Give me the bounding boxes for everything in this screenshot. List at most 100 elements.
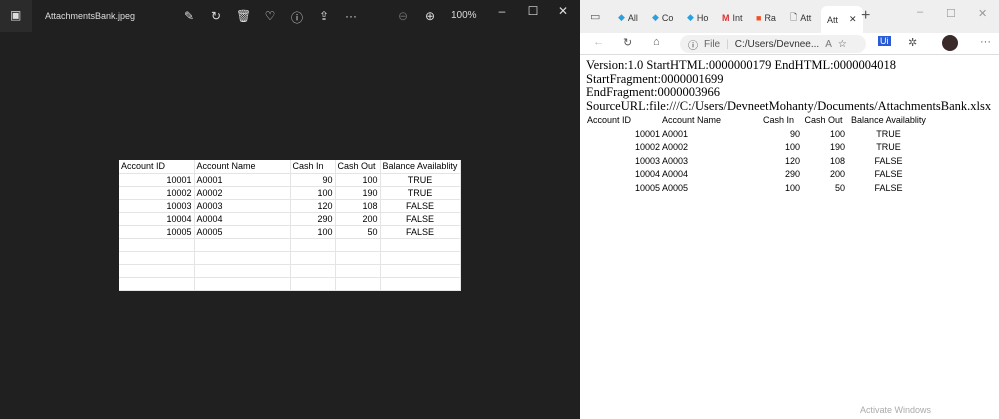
close-tab-icon[interactable]: ✕ bbox=[849, 14, 857, 25]
column-header: Cash In bbox=[762, 115, 795, 125]
photos-title-bar: ▣ AttachmentsBank.jpeg ✎ ↻ 🗑 ♡ ⓘ ⇪ ··· ⊖… bbox=[0, 0, 580, 34]
table-cell: 190 bbox=[335, 186, 381, 200]
more-options-icon[interactable]: ··· bbox=[344, 9, 358, 23]
info-icon: ⓘ bbox=[688, 40, 698, 52]
table-cell: 100 bbox=[335, 173, 381, 187]
empty-row bbox=[119, 264, 461, 278]
table-cell: TRUE bbox=[876, 142, 901, 152]
close-button[interactable]: ✕ bbox=[978, 7, 987, 20]
empty-cell bbox=[194, 277, 291, 291]
tab-co[interactable]: ◆ Co bbox=[652, 8, 673, 27]
maximize-button[interactable]: ☐ bbox=[526, 4, 540, 18]
favorite-heart-icon[interactable]: ♡ bbox=[263, 9, 277, 23]
table-row: 10003 A0003 120 108 FALSE bbox=[119, 199, 461, 213]
tab-ra[interactable]: ■ Ra bbox=[756, 8, 776, 27]
page-content: Version:1.0 StartHTML:0000000179 EndHTML… bbox=[586, 58, 999, 195]
table-cell: A0003 bbox=[662, 155, 689, 166]
photos-app-icon: ▣ bbox=[0, 0, 32, 32]
table-row: 10005 A0005 100 50 FALSE bbox=[586, 182, 931, 196]
delete-icon[interactable]: 🗑 bbox=[236, 9, 251, 23]
uipath-extension-icon[interactable]: Ui bbox=[878, 36, 891, 46]
table-row: 10002 A0002 100 190 TRUE bbox=[119, 186, 461, 200]
file-name: AttachmentsBank.jpeg bbox=[45, 11, 136, 21]
table-cell: A0001 bbox=[194, 173, 291, 187]
header-row: Account ID Account Name Cash In Cash Out Bal… bbox=[586, 114, 931, 128]
refresh-icon[interactable]: ↻ bbox=[623, 36, 632, 49]
table-cell: 10003 bbox=[634, 155, 660, 166]
clipboard-header-line: EndFragment:0000003966 bbox=[586, 85, 721, 99]
column-header: Cash Out bbox=[335, 160, 381, 174]
tab-label: Co bbox=[661, 12, 674, 23]
tab-ho[interactable]: ◆ Ho bbox=[687, 8, 708, 27]
tab-all[interactable]: ◆ All bbox=[618, 8, 638, 27]
empty-cell bbox=[380, 251, 461, 265]
gmail-icon: M bbox=[722, 12, 730, 23]
tab-att-active[interactable]: Att ✕ bbox=[821, 6, 863, 33]
table-cell: A0002 bbox=[662, 142, 689, 152]
edit-image-icon[interactable]: ✎ bbox=[182, 9, 196, 23]
table-cell: 10005 bbox=[119, 225, 195, 239]
table-cell: A0001 bbox=[662, 128, 689, 139]
empty-cell bbox=[380, 277, 461, 291]
column-header: Account ID bbox=[119, 160, 195, 174]
tab-strip: ▭ ◆ All ◆ Co ◆ Ho M Int ■ Ra 🗋 Att Att ✕ + – ☐ … bbox=[580, 0, 999, 33]
zoom-level: 100% bbox=[451, 10, 477, 21]
empty-cell bbox=[335, 238, 381, 252]
info-icon[interactable]: ⓘ bbox=[290, 9, 304, 26]
table-cell: 290 bbox=[784, 169, 800, 179]
zoom-in-icon[interactable]: ⊕ bbox=[423, 9, 437, 23]
table-cell: 10002 bbox=[119, 186, 195, 200]
table-row: 10002 A0002 100 190 TRUE bbox=[586, 141, 931, 155]
table-cell: FALSE bbox=[380, 199, 461, 213]
maximize-button[interactable]: ☐ bbox=[946, 7, 956, 20]
table-cell: FALSE bbox=[874, 169, 903, 179]
empty-cell bbox=[335, 251, 381, 265]
table-cell: 100 bbox=[290, 225, 336, 239]
minimize-button[interactable]: – bbox=[495, 4, 509, 18]
tab-gmail[interactable]: M Int bbox=[722, 8, 743, 27]
column-header: Balance Availablity bbox=[851, 115, 926, 125]
zoom-out-icon[interactable]: ⊖ bbox=[396, 9, 410, 23]
table-cell: FALSE bbox=[874, 155, 903, 166]
minimize-button[interactable]: – bbox=[917, 6, 923, 18]
edge-browser-window: ▭ ◆ All ◆ Co ◆ Ho M Int ■ Ra 🗋 Att Att ✕ + – ☐ … bbox=[580, 0, 999, 419]
table-cell: 100 bbox=[784, 142, 800, 152]
profile-avatar[interactable] bbox=[942, 35, 958, 51]
empty-cell bbox=[119, 251, 195, 265]
address-bar[interactable]: ⓘ File | C:/Users/Devnee... A ☆ bbox=[680, 35, 866, 53]
tab-label: Ra bbox=[764, 12, 776, 23]
table-cell: 10004 bbox=[119, 212, 195, 226]
home-icon[interactable]: ⌂ bbox=[653, 36, 660, 48]
extensions-icon[interactable]: ✲ bbox=[908, 36, 917, 49]
tab-actions-icon[interactable]: ▭ bbox=[590, 10, 600, 23]
read-aloud-icon[interactable]: A bbox=[825, 39, 832, 50]
table-cell: 10001 bbox=[119, 173, 195, 187]
back-icon[interactable]: ← bbox=[593, 36, 604, 48]
table-cell: A0005 bbox=[194, 225, 291, 239]
tab-label: Att bbox=[800, 12, 812, 23]
empty-cell bbox=[380, 238, 461, 252]
spreadsheet-image: Account ID Account Name Cash In Cash Out Bal… bbox=[119, 160, 461, 291]
empty-row bbox=[119, 238, 461, 252]
table-cell: A0004 bbox=[194, 212, 291, 226]
close-button[interactable]: ✕ bbox=[556, 4, 570, 18]
tab-label: Ho bbox=[696, 12, 709, 23]
table-cell: TRUE bbox=[876, 128, 901, 139]
column-header: Account ID bbox=[587, 115, 632, 125]
column-header: Account Name bbox=[662, 115, 722, 125]
header-row: Account ID Account Name Cash In Cash Out Bal… bbox=[119, 160, 461, 174]
more-options-icon[interactable]: ··· bbox=[980, 36, 991, 48]
new-tab-button[interactable]: + bbox=[861, 7, 870, 25]
table-cell: A0005 bbox=[662, 182, 689, 193]
clipboard-header-line: Version:1.0 StartHTML:0000000179 EndHTML… bbox=[586, 58, 897, 86]
share-icon[interactable]: ⇪ bbox=[317, 9, 331, 23]
activate-windows-watermark: Activate Windows bbox=[859, 405, 931, 415]
column-header: Account Name bbox=[194, 160, 291, 174]
table-cell: FALSE bbox=[380, 225, 461, 239]
rotate-icon[interactable]: ↻ bbox=[209, 9, 223, 23]
tab-att-file[interactable]: 🗋 Att bbox=[790, 8, 811, 27]
table-cell: 50 bbox=[335, 225, 381, 239]
pasted-table: Account ID Account Name Cash In Cash Out Bal… bbox=[586, 114, 931, 195]
favorites-star-icon[interactable]: ☆ bbox=[838, 39, 847, 50]
table-row: 10005 A0005 100 50 FALSE bbox=[119, 225, 461, 239]
